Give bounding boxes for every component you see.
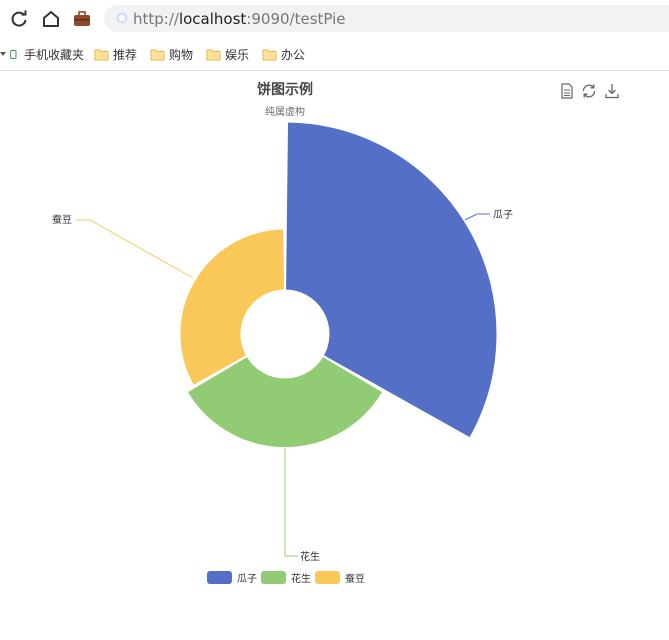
pie-slice[interactable] <box>179 228 285 386</box>
folder-icon <box>150 49 165 60</box>
address-bar[interactable]: http://localhost:9090/testPie <box>104 5 669 32</box>
briefcase-icon[interactable] <box>71 8 93 30</box>
label-leader-line <box>464 213 490 221</box>
mobile-icon <box>10 49 17 59</box>
legend-item[interactable]: 蚕豆 <box>315 570 365 585</box>
home-icon[interactable] <box>40 8 62 30</box>
legend-item[interactable]: 花生 <box>261 570 311 585</box>
bookmark-label: 办公 <box>281 47 306 62</box>
slice-label: 瓜子 <box>493 209 513 221</box>
bookmark-label: 推荐 <box>113 47 138 62</box>
folder-icon <box>262 49 277 60</box>
browser-toolbar: http://localhost:9090/testPie <box>0 0 669 38</box>
url-prefix: http:// <box>133 10 179 28</box>
chart-title: 饼图示例 <box>257 82 313 98</box>
label-leader-line <box>284 448 298 557</box>
bookmark-label: 娱乐 <box>225 47 250 62</box>
legend-swatch <box>315 570 340 584</box>
chevron-down-icon[interactable] <box>0 52 6 56</box>
chart-container: 瓜子 花生 蚕豆 饼图示例 纯属虚构 瓜子 花生 蚕豆 <box>0 71 669 640</box>
chart-subtitle: 纯属虚构 <box>265 107 305 118</box>
restore-icon[interactable] <box>580 82 598 100</box>
legend-label: 瓜子 <box>237 573 257 585</box>
bookmark-label: 购物 <box>169 47 194 62</box>
folder-icon <box>206 49 221 60</box>
slice-label: 花生 <box>300 550 320 563</box>
url-text[interactable]: http://localhost:9090/testPie <box>133 10 346 28</box>
legend-swatch <box>261 570 286 584</box>
bookmark-label: 手机收藏夹 <box>24 47 85 62</box>
label-leader-line <box>76 219 194 279</box>
legend-item[interactable]: 瓜子 <box>207 570 257 585</box>
url-path: :9090/testPie <box>246 10 346 28</box>
bookmark-shopping[interactable]: 购物 <box>150 46 193 62</box>
page-info-icon[interactable] <box>116 12 128 24</box>
bookmark-mobile[interactable]: 手机收藏夹 <box>10 46 84 62</box>
legend-label: 花生 <box>291 573 311 585</box>
save-image-icon[interactable] <box>603 82 621 100</box>
legend-label: 蚕豆 <box>345 573 365 585</box>
slice-label: 蚕豆 <box>52 214 72 226</box>
data-view-icon[interactable] <box>558 82 576 100</box>
url-host: localhost <box>178 10 247 28</box>
folder-icon <box>94 49 109 60</box>
bookmark-office[interactable]: 办公 <box>262 46 305 62</box>
bookmarks-bar: 手机收藏夹 推荐 购物 娱乐 办公 <box>0 38 669 71</box>
legend-swatch <box>207 570 232 584</box>
bookmark-entertainment[interactable]: 娱乐 <box>206 46 249 62</box>
bookmark-recommend[interactable]: 推荐 <box>94 46 137 62</box>
pie-chart: 瓜子花生 蚕豆 <box>52 121 513 563</box>
reload-icon[interactable] <box>8 8 30 30</box>
